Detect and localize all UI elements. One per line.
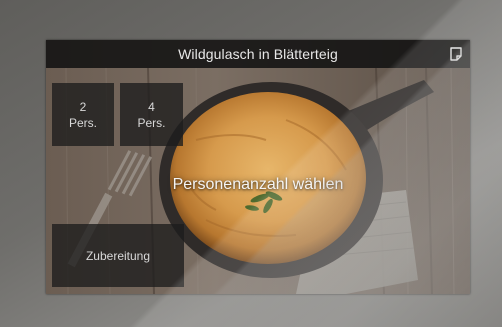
servings-2-button[interactable]: 2 Pers. xyxy=(52,83,114,146)
preparation-button[interactable]: Zubereitung xyxy=(52,224,184,287)
document-icon[interactable] xyxy=(448,46,464,62)
servings-number: 4 xyxy=(148,99,155,114)
title-bar: Wildgulasch in Blätterteig xyxy=(46,40,470,68)
touch-screen: Wildgulasch in Blätterteig 2 Pers. 4 Per… xyxy=(46,40,470,294)
preparation-label: Zubereitung xyxy=(85,248,151,263)
servings-unit: Pers. xyxy=(68,115,97,130)
servings-unit: Pers. xyxy=(137,115,166,130)
servings-4-button[interactable]: 4 Pers. xyxy=(120,83,183,146)
recipe-title: Wildgulasch in Blätterteig xyxy=(178,46,338,62)
servings-number: 2 xyxy=(79,99,87,114)
servings-prompt: Personenanzahl wählen xyxy=(172,176,344,193)
